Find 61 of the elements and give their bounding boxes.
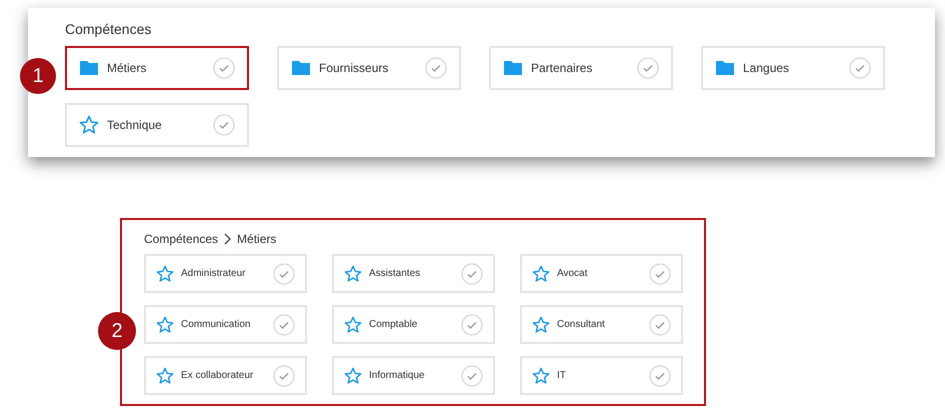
category-tile[interactable]: Partenaires: [489, 46, 673, 90]
star-icon: [532, 366, 550, 384]
check-button[interactable]: [649, 364, 671, 386]
star-icon: [532, 316, 550, 334]
check-button[interactable]: [425, 57, 447, 79]
check-button[interactable]: [649, 262, 671, 284]
star-icon: [344, 264, 362, 282]
star-icon: [156, 366, 174, 384]
category-tile[interactable]: Ex collaborateur: [144, 356, 307, 395]
category-tile[interactable]: Avocat: [520, 254, 683, 293]
folder-icon: [715, 58, 735, 78]
check-button[interactable]: [461, 262, 483, 284]
tile-label: Informatique: [369, 369, 426, 383]
category-tile[interactable]: Fournisseurs: [277, 46, 461, 90]
check-button[interactable]: [213, 114, 235, 136]
tile-label: Fournisseurs: [319, 60, 390, 77]
star-icon: [344, 366, 362, 384]
category-tile[interactable]: Communication: [144, 305, 307, 344]
step-number-badge: 2: [98, 312, 136, 350]
tile-label: Partenaires: [531, 60, 594, 77]
tile-label: Langues: [743, 60, 790, 77]
star-icon: [532, 264, 550, 282]
category-tile[interactable]: Consultant: [520, 305, 683, 344]
breadcrumb-item[interactable]: Compétences: [144, 230, 218, 248]
breadcrumb-item[interactable]: Métiers: [237, 230, 276, 248]
tile-label: Métiers: [107, 60, 148, 77]
category-tile[interactable]: Comptable: [332, 305, 495, 344]
category-tile[interactable]: IT: [520, 356, 683, 395]
chevron-icon: [223, 233, 232, 245]
category-tile[interactable]: Administrateur: [144, 254, 307, 293]
category-tile[interactable]: Métiers: [65, 46, 249, 90]
category-tile[interactable]: Assistantes: [332, 254, 495, 293]
star-icon: [156, 264, 174, 282]
check-button[interactable]: [637, 57, 659, 79]
check-button[interactable]: [273, 314, 295, 336]
category-tile[interactable]: Informatique: [332, 356, 495, 395]
tile-label: Consultant: [557, 318, 606, 332]
tile-label: Avocat: [557, 267, 588, 281]
star-icon: [79, 115, 99, 135]
check-button[interactable]: [849, 57, 871, 79]
category-tile[interactable]: Langues: [701, 46, 885, 90]
folder-icon: [503, 58, 523, 78]
tile-label: Comptable: [369, 318, 418, 332]
check-button[interactable]: [461, 364, 483, 386]
tile-label: Assistantes: [369, 267, 422, 281]
check-button[interactable]: [273, 364, 295, 386]
tile-label: Communication: [181, 318, 252, 332]
check-button[interactable]: [273, 262, 295, 284]
star-icon: [344, 316, 362, 334]
check-button[interactable]: [213, 57, 235, 79]
panel-title: Compétences: [65, 20, 152, 39]
folder-icon: [79, 58, 99, 78]
tile-label: IT: [557, 369, 567, 383]
category-tile[interactable]: Technique: [65, 103, 249, 147]
check-button[interactable]: [649, 314, 671, 336]
tile-label: Ex collaborateur: [181, 369, 254, 383]
star-icon: [156, 316, 174, 334]
check-button[interactable]: [461, 314, 483, 336]
tile-label: Administrateur: [181, 267, 246, 281]
folder-icon: [291, 58, 311, 78]
tile-label: Technique: [107, 117, 163, 134]
